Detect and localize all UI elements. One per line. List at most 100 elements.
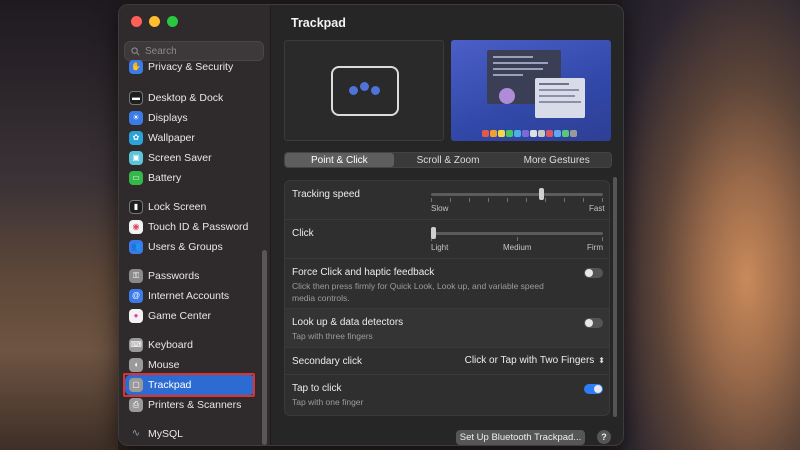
sidebar-item-internet-accounts[interactable]: @ Internet Accounts [125, 286, 255, 306]
look-up-toggle[interactable] [584, 318, 603, 328]
sidebar-item-displays[interactable]: ☀ Displays [125, 108, 255, 128]
preview-line [493, 56, 533, 58]
game-center-icon: ● [129, 309, 143, 323]
sidebar-item-label: Displays [148, 112, 188, 124]
sidebar-item-label: Touch ID & Password [148, 221, 249, 233]
search-icon [131, 46, 140, 55]
tap-to-click-description: Tap with one finger [292, 397, 364, 407]
tracking-speed-slider[interactable] [431, 193, 603, 196]
wallpaper-icon: ✿ [129, 131, 143, 145]
sidebar-item-label: Mouse [148, 359, 180, 371]
finger-dot [360, 82, 369, 91]
sidebar-item-passwords[interactable]: ⚿ Passwords [125, 266, 255, 286]
sidebar-item-desktop-dock[interactable]: ▬ Desktop & Dock [125, 88, 255, 108]
sidebar-item-label: MySQL [148, 428, 184, 440]
sidebar-item-label: Keyboard [148, 339, 193, 351]
sidebar-item-label: Internet Accounts [148, 290, 230, 302]
sidebar-item-label: Printers & Scanners [148, 399, 242, 411]
sidebar-item-privacy-security[interactable]: ✋ Privacy & Security [125, 60, 255, 77]
page-title: Trackpad [291, 16, 346, 30]
sidebar-item-touch-id[interactable]: ◉ Touch ID & Password [125, 217, 255, 237]
secondary-click-row: Secondary click Click or Tap with Two Fi… [285, 348, 609, 375]
settings-group: Tracking speed Slow Fast Click Light Med… [284, 180, 610, 416]
sidebar-item-label: Screen Saver [148, 152, 212, 164]
click-label: Click [292, 228, 314, 239]
dock-icon: ▬ [129, 91, 143, 105]
keyboard-icon: ⌨ [129, 338, 143, 352]
sidebar-item-label: Passwords [148, 270, 200, 282]
sidebar-item-screen-saver[interactable]: ▣ Screen Saver [125, 148, 255, 168]
display-icon: ☀ [129, 111, 143, 125]
tap-to-click-label: Tap to click [292, 383, 342, 394]
tap-to-click-row: Tap to click Tap with one finger [285, 375, 609, 415]
preview-line [493, 62, 548, 64]
force-click-toggle[interactable] [584, 268, 603, 278]
sidebar-item-label: Desktop & Dock [148, 92, 224, 104]
lock-screen-icon: ▮ [129, 200, 143, 214]
help-button[interactable]: ? [597, 430, 611, 444]
system-settings-window: ✋ Privacy & Security ▬ Desktop & Dock ☀ … [118, 4, 624, 446]
look-up-row: Look up & data detectors Tap with three … [285, 309, 609, 348]
click-pressure-slider[interactable] [431, 232, 603, 235]
desktop-wallpaper-left [0, 0, 118, 450]
preview-line [539, 83, 569, 85]
main-scrollbar[interactable] [613, 177, 617, 417]
mouse-icon: ◖ [129, 358, 143, 372]
sidebar-item-printers-scanners[interactable]: ⎙ Printers & Scanners [125, 395, 255, 415]
trackpad-illustration [331, 66, 399, 116]
secondary-click-label: Secondary click [292, 356, 363, 367]
search-field[interactable] [124, 41, 264, 61]
finger-dot [371, 86, 380, 95]
tap-to-click-toggle[interactable] [584, 384, 603, 394]
key-icon: ⚿ [129, 269, 143, 283]
screen-saver-icon: ▣ [129, 151, 143, 165]
sidebar-scrollbar[interactable] [262, 250, 267, 445]
preview-image [499, 88, 515, 104]
close-button[interactable] [131, 16, 142, 27]
tracking-speed-knob[interactable] [539, 188, 545, 200]
sidebar-item-wallpaper[interactable]: ✿ Wallpaper [125, 128, 255, 148]
zoom-button[interactable] [167, 16, 178, 27]
users-icon: 👥 [129, 240, 143, 254]
tab-more-gestures[interactable]: More Gestures [502, 153, 611, 167]
setup-bluetooth-trackpad-button[interactable]: Set Up Bluetooth Trackpad... [456, 430, 585, 445]
sidebar-item-mouse[interactable]: ◖ Mouse [125, 355, 255, 375]
desktop-wallpaper-right [622, 0, 800, 450]
sidebar-item-lock-screen[interactable]: ▮ Lock Screen [125, 197, 255, 217]
window-controls [131, 16, 178, 27]
sidebar: ✋ Privacy & Security ▬ Desktop & Dock ☀ … [119, 5, 271, 445]
preview-line [539, 101, 581, 103]
sidebar-item-keyboard[interactable]: ⌨ Keyboard [125, 335, 255, 355]
preview-popover [535, 78, 585, 118]
tab-scroll-zoom[interactable]: Scroll & Zoom [394, 153, 503, 167]
sidebar-item-game-center[interactable]: ● Game Center [125, 306, 255, 326]
selection-highlight-outline [123, 373, 255, 397]
sidebar-item-battery[interactable]: ▭ Battery [125, 168, 255, 188]
click-pressure-knob[interactable] [431, 227, 436, 239]
gesture-preview-trackpad [284, 40, 444, 141]
sidebar-item-label: Game Center [148, 310, 212, 322]
hand-icon: ✋ [129, 60, 143, 74]
force-click-description: Click then press firmly for Quick Look, … [292, 281, 544, 303]
gesture-tabs: Point & Click Scroll & Zoom More Gesture… [284, 152, 612, 168]
mysql-dolphin-icon: ∿ [131, 428, 141, 439]
printer-icon: ⎙ [129, 398, 143, 412]
search-input[interactable] [145, 45, 255, 57]
secondary-click-popup[interactable]: Click or Tap with Two Fingers ⬍ [465, 355, 605, 366]
secondary-click-value: Click or Tap with Two Fingers [464, 355, 595, 366]
sidebar-item-users-groups[interactable]: 👥 Users & Groups [125, 237, 255, 257]
battery-icon: ▭ [129, 171, 143, 185]
gesture-preview-screen [451, 40, 611, 141]
preview-line [539, 95, 575, 97]
sidebar-item-label: Lock Screen [148, 201, 207, 213]
main-pane: Trackpad Point & Click Scroll & Zoom Mor… [271, 5, 623, 445]
preview-line [539, 89, 579, 91]
minimize-button[interactable] [149, 16, 160, 27]
slider-min-label: Slow [431, 204, 449, 213]
tab-point-click[interactable]: Point & Click [285, 153, 394, 167]
sidebar-item-mysql[interactable]: ∿ MySQL [125, 424, 255, 444]
sidebar-item-label: Wallpaper [148, 132, 195, 144]
up-down-chevron-icon: ⬍ [598, 356, 605, 365]
fingerprint-icon: ◉ [129, 220, 143, 234]
look-up-description: Tap with three fingers [292, 331, 373, 341]
